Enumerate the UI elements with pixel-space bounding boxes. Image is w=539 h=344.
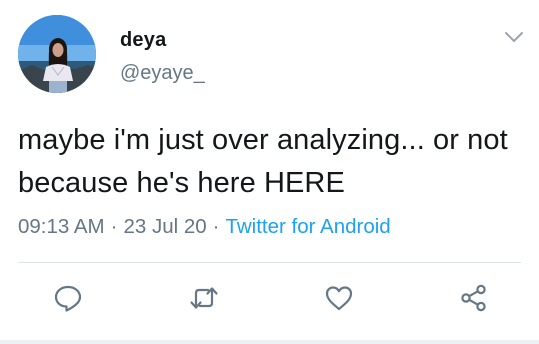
tweet-text: maybe i'm just over analyzing... or not … (18, 124, 508, 199)
like-button[interactable] (323, 282, 355, 314)
retweet-icon (190, 287, 218, 309)
tweet-meta: 09:13 AM · 23 Jul 20 · Twitter for Android (18, 215, 391, 239)
display-name[interactable]: deya (120, 29, 166, 52)
like-icon (325, 286, 353, 311)
meta-separator: · (110, 215, 118, 238)
tweet-date: 23 Jul 20 (123, 215, 207, 238)
reply-button[interactable] (52, 282, 84, 314)
share-button[interactable] (458, 282, 490, 314)
reply-icon (54, 285, 82, 312)
user-handle[interactable]: @eyaye_ (120, 62, 205, 85)
chevron-down-icon[interactable] (503, 28, 525, 46)
tweet-time: 09:13 AM (18, 215, 105, 238)
profile-photo-icon (18, 15, 96, 93)
meta-separator: · (212, 215, 220, 238)
share-icon (461, 284, 486, 312)
avatar[interactable] (18, 15, 96, 93)
tweet-card: deya @eyaye_ maybe i'm just over analyzi… (0, 0, 539, 344)
action-bar (0, 282, 539, 316)
section-divider (0, 340, 539, 344)
divider (18, 262, 521, 263)
retweet-button[interactable] (188, 282, 220, 314)
tweet-source-link[interactable]: Twitter for Android (225, 215, 390, 238)
